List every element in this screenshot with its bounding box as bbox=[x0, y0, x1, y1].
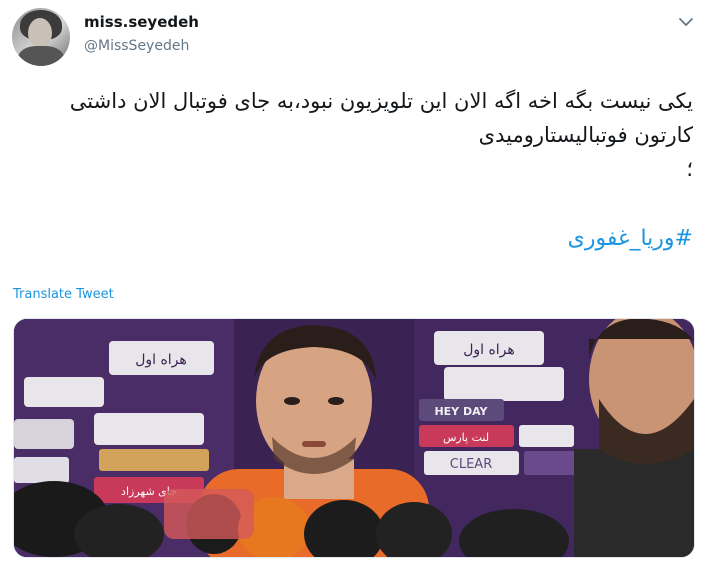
banner-text-clear: CLEAR bbox=[450, 457, 492, 472]
banner-text-hey-day: HEY DAY bbox=[434, 405, 488, 418]
avatar[interactable] bbox=[12, 8, 70, 66]
banner-text-sponsor-1-right: هراه اول bbox=[463, 342, 515, 358]
avatar-face bbox=[28, 18, 52, 48]
chevron-down-icon-svg bbox=[679, 18, 693, 26]
author-username[interactable]: @MissSeyedeh bbox=[84, 38, 189, 54]
media-scene: هراه اول هراه اول HEY DAY CLEAR لنت پارس… bbox=[14, 319, 694, 557]
tweet-text: یکی نیست بگه اخه اگه الان این تلویزیون ن… bbox=[33, 84, 693, 186]
avatar-body bbox=[18, 46, 64, 66]
hashtag-link[interactable]: #وریا_غفوری bbox=[568, 226, 693, 251]
tweet-card: miss.seyedeh @MissSeyedeh یکی نیست بگه ا… bbox=[0, 0, 707, 578]
banner-text-sponsor-1: هراه اول bbox=[135, 352, 187, 368]
translate-tweet-link[interactable]: Translate Tweet bbox=[13, 287, 114, 302]
chevron-down-icon[interactable] bbox=[676, 12, 696, 32]
author-display-name[interactable]: miss.seyedeh bbox=[84, 13, 199, 31]
banner-text-brand-2: لنت پارس bbox=[443, 431, 489, 444]
tweet-text-line: ؛ bbox=[686, 157, 693, 181]
tweet-text-line: کارتون فوتبالیستارومیدی bbox=[478, 123, 693, 147]
tweet-text-line: یکی نیست بگه اخه اگه الان این تلویزیون ن… bbox=[69, 89, 693, 113]
tweet-media-image[interactable]: هراه اول هراه اول HEY DAY CLEAR لنت پارس… bbox=[13, 318, 695, 558]
